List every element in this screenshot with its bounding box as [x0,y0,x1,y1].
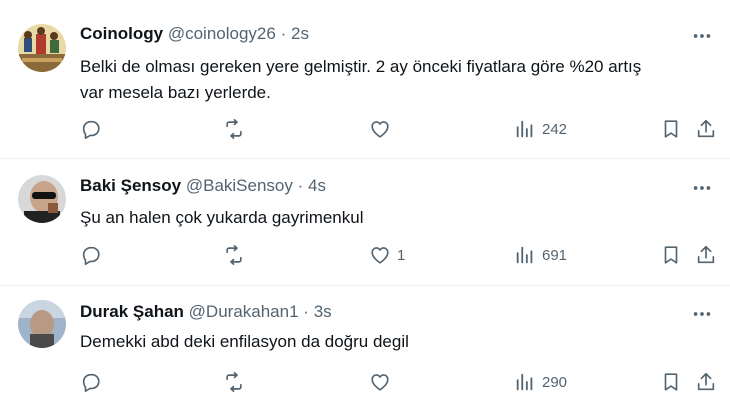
share-button[interactable] [695,371,717,393]
display-name[interactable]: Coinology [80,24,163,43]
avatar[interactable] [18,300,66,348]
retweet-icon [226,119,242,139]
bookmark-icon [664,120,678,138]
views-count: 290 [542,373,568,391]
share-button[interactable] [695,118,717,140]
avatar-image [18,175,66,223]
tweet-header: Baki Şensoy @BakiSensoy · 4s [80,176,326,196]
tweet-1[interactable]: Coinology @coinology26 · 2s Belki de olm… [0,0,730,158]
like-button[interactable]: 1 [369,244,405,266]
display-name[interactable]: Baki Şensoy [80,176,181,195]
like-count: 1 [397,246,406,264]
reply-button[interactable] [80,371,108,393]
retweet-button[interactable] [223,371,251,393]
reply-icon [82,246,100,265]
retweet-button[interactable] [223,118,251,140]
share-icon [697,119,715,138]
tweet-text-line: Belki de olması gereken yere gelmiştir. … [80,57,642,76]
more-icon [693,312,711,316]
tweet-text-line: var mesela bazı yerlerde. [80,83,271,102]
tweet-header: Durak Şahan @Durakahan1 · 3s [80,302,332,322]
views-icon [516,373,533,391]
retweet-button[interactable] [223,244,251,266]
bookmark-button[interactable] [660,244,682,266]
tweet-text-line: Demekki abd deki enfilasyon da doğru deg… [80,332,409,351]
user-handle[interactable]: @coinology26 [168,24,276,43]
user-handle[interactable]: @Durakahan1 [189,302,299,321]
views-count: 242 [542,120,568,138]
tweet-actions: 242 [80,118,720,144]
tweet-text-line: Şu an halen çok yukarda gayrimenkul [80,208,364,227]
views-count: 691 [542,246,568,264]
reply-button[interactable] [80,118,108,140]
reply-button[interactable] [80,244,108,266]
user-handle[interactable]: @BakiSensoy [186,176,293,195]
heart-icon [371,247,389,264]
avatar[interactable] [18,24,66,72]
more-icon [693,34,711,38]
bookmark-icon [664,246,678,264]
more-button[interactable] [690,178,714,198]
tweet-text: Demekki abd deki enfilasyon da doğru deg… [80,329,710,355]
retweet-icon [226,245,242,265]
bookmark-button[interactable] [660,371,682,393]
separator-dot: · [303,302,309,321]
bookmark-icon [664,373,678,391]
avatar[interactable] [18,175,66,223]
share-button[interactable] [695,244,717,266]
reply-icon [82,120,100,139]
views-button[interactable]: 691 [514,244,567,266]
views-button[interactable]: 290 [514,371,567,393]
separator-dot: · [280,24,287,43]
avatar-image [18,24,66,72]
timestamp[interactable]: 4s [308,176,326,195]
timestamp[interactable]: 3s [314,302,332,321]
timestamp[interactable]: 2s [291,24,309,43]
bookmark-button[interactable] [660,118,682,140]
tweet-header: Coinology @coinology26 · 2s [80,24,309,44]
views-icon [516,246,533,264]
display-name[interactable]: Durak Şahan [80,302,184,321]
like-button[interactable] [369,118,397,140]
tweet-text: Belki de olması gereken yere gelmiştir. … [80,54,710,106]
more-icon [693,186,711,190]
reply-icon [82,373,100,392]
tweet-3[interactable]: Durak Şahan @Durakahan1 · 3s Demekki abd… [0,286,730,420]
avatar-image [18,300,66,348]
more-button[interactable] [690,304,714,324]
views-icon [516,120,533,138]
separator-dot: · [297,176,304,195]
tweet-2[interactable]: Baki Şensoy @BakiSensoy · 4s Şu an halen… [0,159,730,285]
views-button[interactable]: 242 [514,118,567,140]
like-button[interactable] [369,371,397,393]
more-button[interactable] [690,26,714,46]
share-icon [697,372,715,391]
tweet-text: Şu an halen çok yukarda gayrimenkul [80,205,710,231]
tweet-actions: 1 691 [80,244,720,270]
tweet-actions: 290 [80,371,720,397]
retweet-icon [226,372,242,392]
share-icon [697,245,715,264]
heart-icon [371,374,389,391]
heart-icon [371,121,389,138]
